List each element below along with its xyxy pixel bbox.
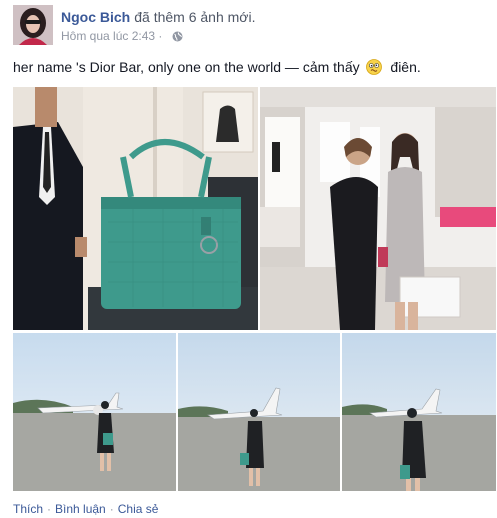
confused-face-icon bbox=[365, 59, 382, 79]
photo-runway-3[interactable] bbox=[342, 333, 496, 491]
author-avatar[interactable] bbox=[13, 5, 53, 45]
photo-runway-2[interactable] bbox=[178, 333, 340, 491]
post-timestamp[interactable]: Hôm qua lúc 2:43 bbox=[61, 29, 155, 43]
feeling-text: điên. bbox=[390, 59, 421, 75]
author-name-link[interactable]: Ngoc Bich bbox=[61, 9, 130, 25]
comment-link[interactable]: Bình luận bbox=[55, 502, 106, 516]
share-link[interactable]: Chia sẻ bbox=[118, 502, 159, 516]
post-meta: Hôm qua lúc 2:43 · bbox=[61, 29, 183, 46]
action-separator: · bbox=[109, 502, 114, 516]
feed-post: Ngoc Bich đã thêm 6 ảnh mới. Hôm qua lúc … bbox=[0, 0, 497, 518]
post-status-text: her name 's Dior Bar, only one on the wo… bbox=[13, 58, 421, 79]
photo-store-women[interactable] bbox=[260, 87, 496, 330]
post-action-text: đã thêm 6 ảnh mới. bbox=[134, 9, 256, 25]
globe-icon[interactable] bbox=[172, 31, 183, 46]
like-link[interactable]: Thích bbox=[13, 502, 43, 516]
action-separator: · bbox=[47, 502, 52, 516]
post-actions: Thích · Bình luận · Chia sẻ bbox=[13, 502, 158, 517]
photo-dior-bag[interactable] bbox=[13, 87, 258, 330]
timestamp-separator: · bbox=[158, 29, 163, 43]
photo-runway-1[interactable] bbox=[13, 333, 176, 491]
status-text: her name 's Dior Bar, only one on the wo… bbox=[13, 59, 360, 75]
post-header: Ngoc Bich đã thêm 6 ảnh mới. bbox=[61, 9, 255, 26]
